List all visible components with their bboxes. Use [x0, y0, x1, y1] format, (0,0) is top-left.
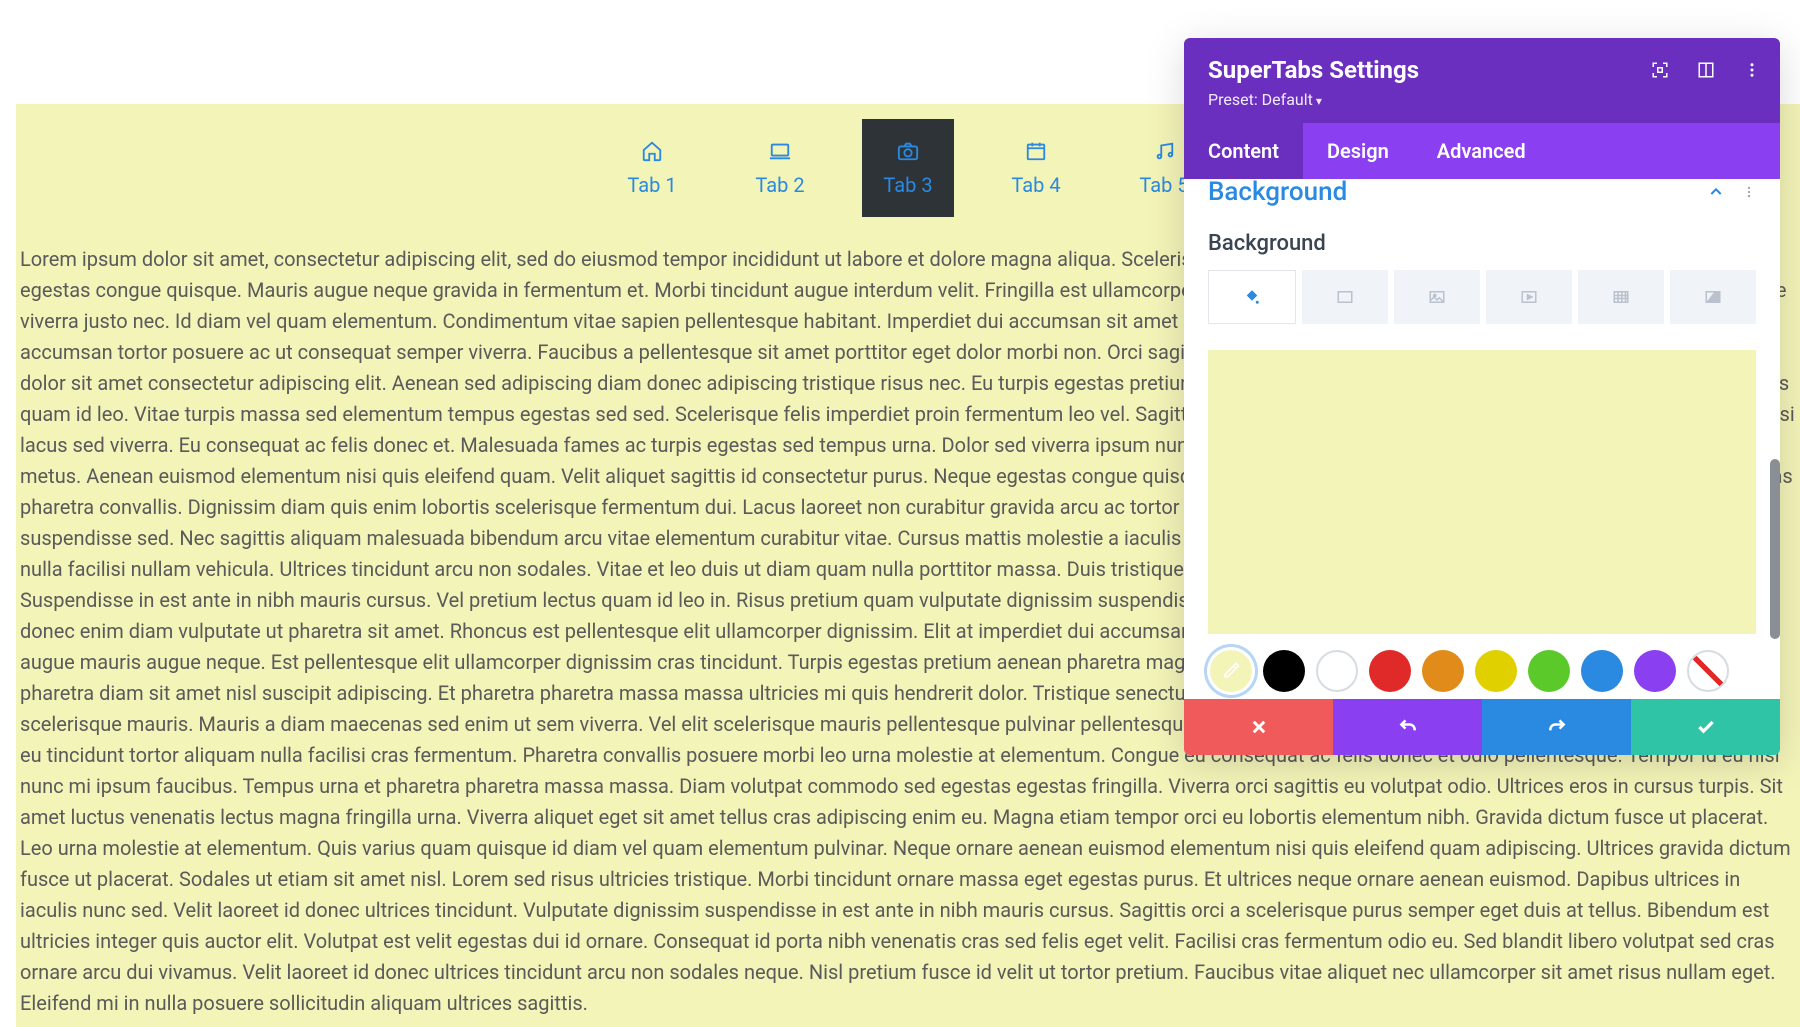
swatch-red[interactable]	[1369, 650, 1411, 692]
tab-1[interactable]: Tab 1	[606, 119, 698, 217]
scrollbar-thumb[interactable]	[1770, 459, 1780, 639]
save-button[interactable]	[1631, 699, 1780, 755]
tab-2[interactable]: Tab 2	[734, 119, 826, 217]
undo-button[interactable]	[1333, 699, 1482, 755]
music-icon	[1152, 139, 1176, 163]
color-preview[interactable]	[1208, 350, 1756, 634]
bg-type-pattern[interactable]	[1578, 270, 1664, 324]
panel-body: Background Background	[1184, 179, 1780, 699]
tab-label: Tab 5	[1139, 173, 1188, 197]
camera-icon	[896, 139, 920, 163]
calendar-icon	[1024, 139, 1048, 163]
bg-type-video[interactable]	[1486, 270, 1572, 324]
swatch-yellow[interactable]	[1475, 650, 1517, 692]
tab-label: Tab 4	[1011, 173, 1060, 197]
home-icon	[640, 139, 664, 163]
panel-tabs: Content Design Advanced	[1184, 123, 1780, 179]
swatch-none[interactable]	[1687, 650, 1729, 692]
tab-design[interactable]: Design	[1303, 123, 1413, 179]
swatch-green[interactable]	[1528, 650, 1570, 692]
swatch-purple[interactable]	[1634, 650, 1676, 692]
tab-label: Tab 3	[883, 173, 932, 197]
tab-advanced[interactable]: Advanced	[1413, 123, 1550, 179]
laptop-icon	[768, 139, 792, 163]
tab-label: Tab 2	[755, 173, 804, 197]
collapse-icon[interactable]	[1708, 184, 1724, 204]
tab-label: Tab 1	[627, 173, 676, 197]
more-icon[interactable]	[1742, 60, 1762, 80]
bg-type-gradient[interactable]	[1302, 270, 1388, 324]
panel-footer	[1184, 699, 1780, 755]
tab-3[interactable]: Tab 3	[862, 119, 954, 217]
cancel-button[interactable]	[1184, 699, 1333, 755]
section-heading[interactable]: Background	[1208, 179, 1347, 207]
settings-panel: SuperTabs Settings Preset: Default Conte…	[1184, 38, 1780, 755]
tab-content[interactable]: Content	[1184, 123, 1303, 179]
layout-icon[interactable]	[1696, 60, 1716, 80]
focus-icon[interactable]	[1650, 60, 1670, 80]
bg-type-color[interactable]	[1208, 270, 1296, 324]
preset-selector[interactable]: Preset: Default	[1208, 90, 1756, 109]
bg-type-image[interactable]	[1394, 270, 1480, 324]
swatch-row	[1208, 634, 1756, 699]
bg-type-mask[interactable]	[1670, 270, 1756, 324]
bg-type-row	[1208, 270, 1756, 324]
panel-header: SuperTabs Settings Preset: Default	[1184, 38, 1780, 123]
background-label: Background	[1208, 231, 1756, 256]
swatch-orange[interactable]	[1422, 650, 1464, 692]
tab-4[interactable]: Tab 4	[990, 119, 1082, 217]
swatch-blue[interactable]	[1581, 650, 1623, 692]
section-more-icon[interactable]	[1742, 184, 1756, 204]
eyedropper-swatch[interactable]	[1210, 650, 1252, 692]
swatch-white[interactable]	[1316, 650, 1358, 692]
swatch-black[interactable]	[1263, 650, 1305, 692]
redo-button[interactable]	[1482, 699, 1631, 755]
